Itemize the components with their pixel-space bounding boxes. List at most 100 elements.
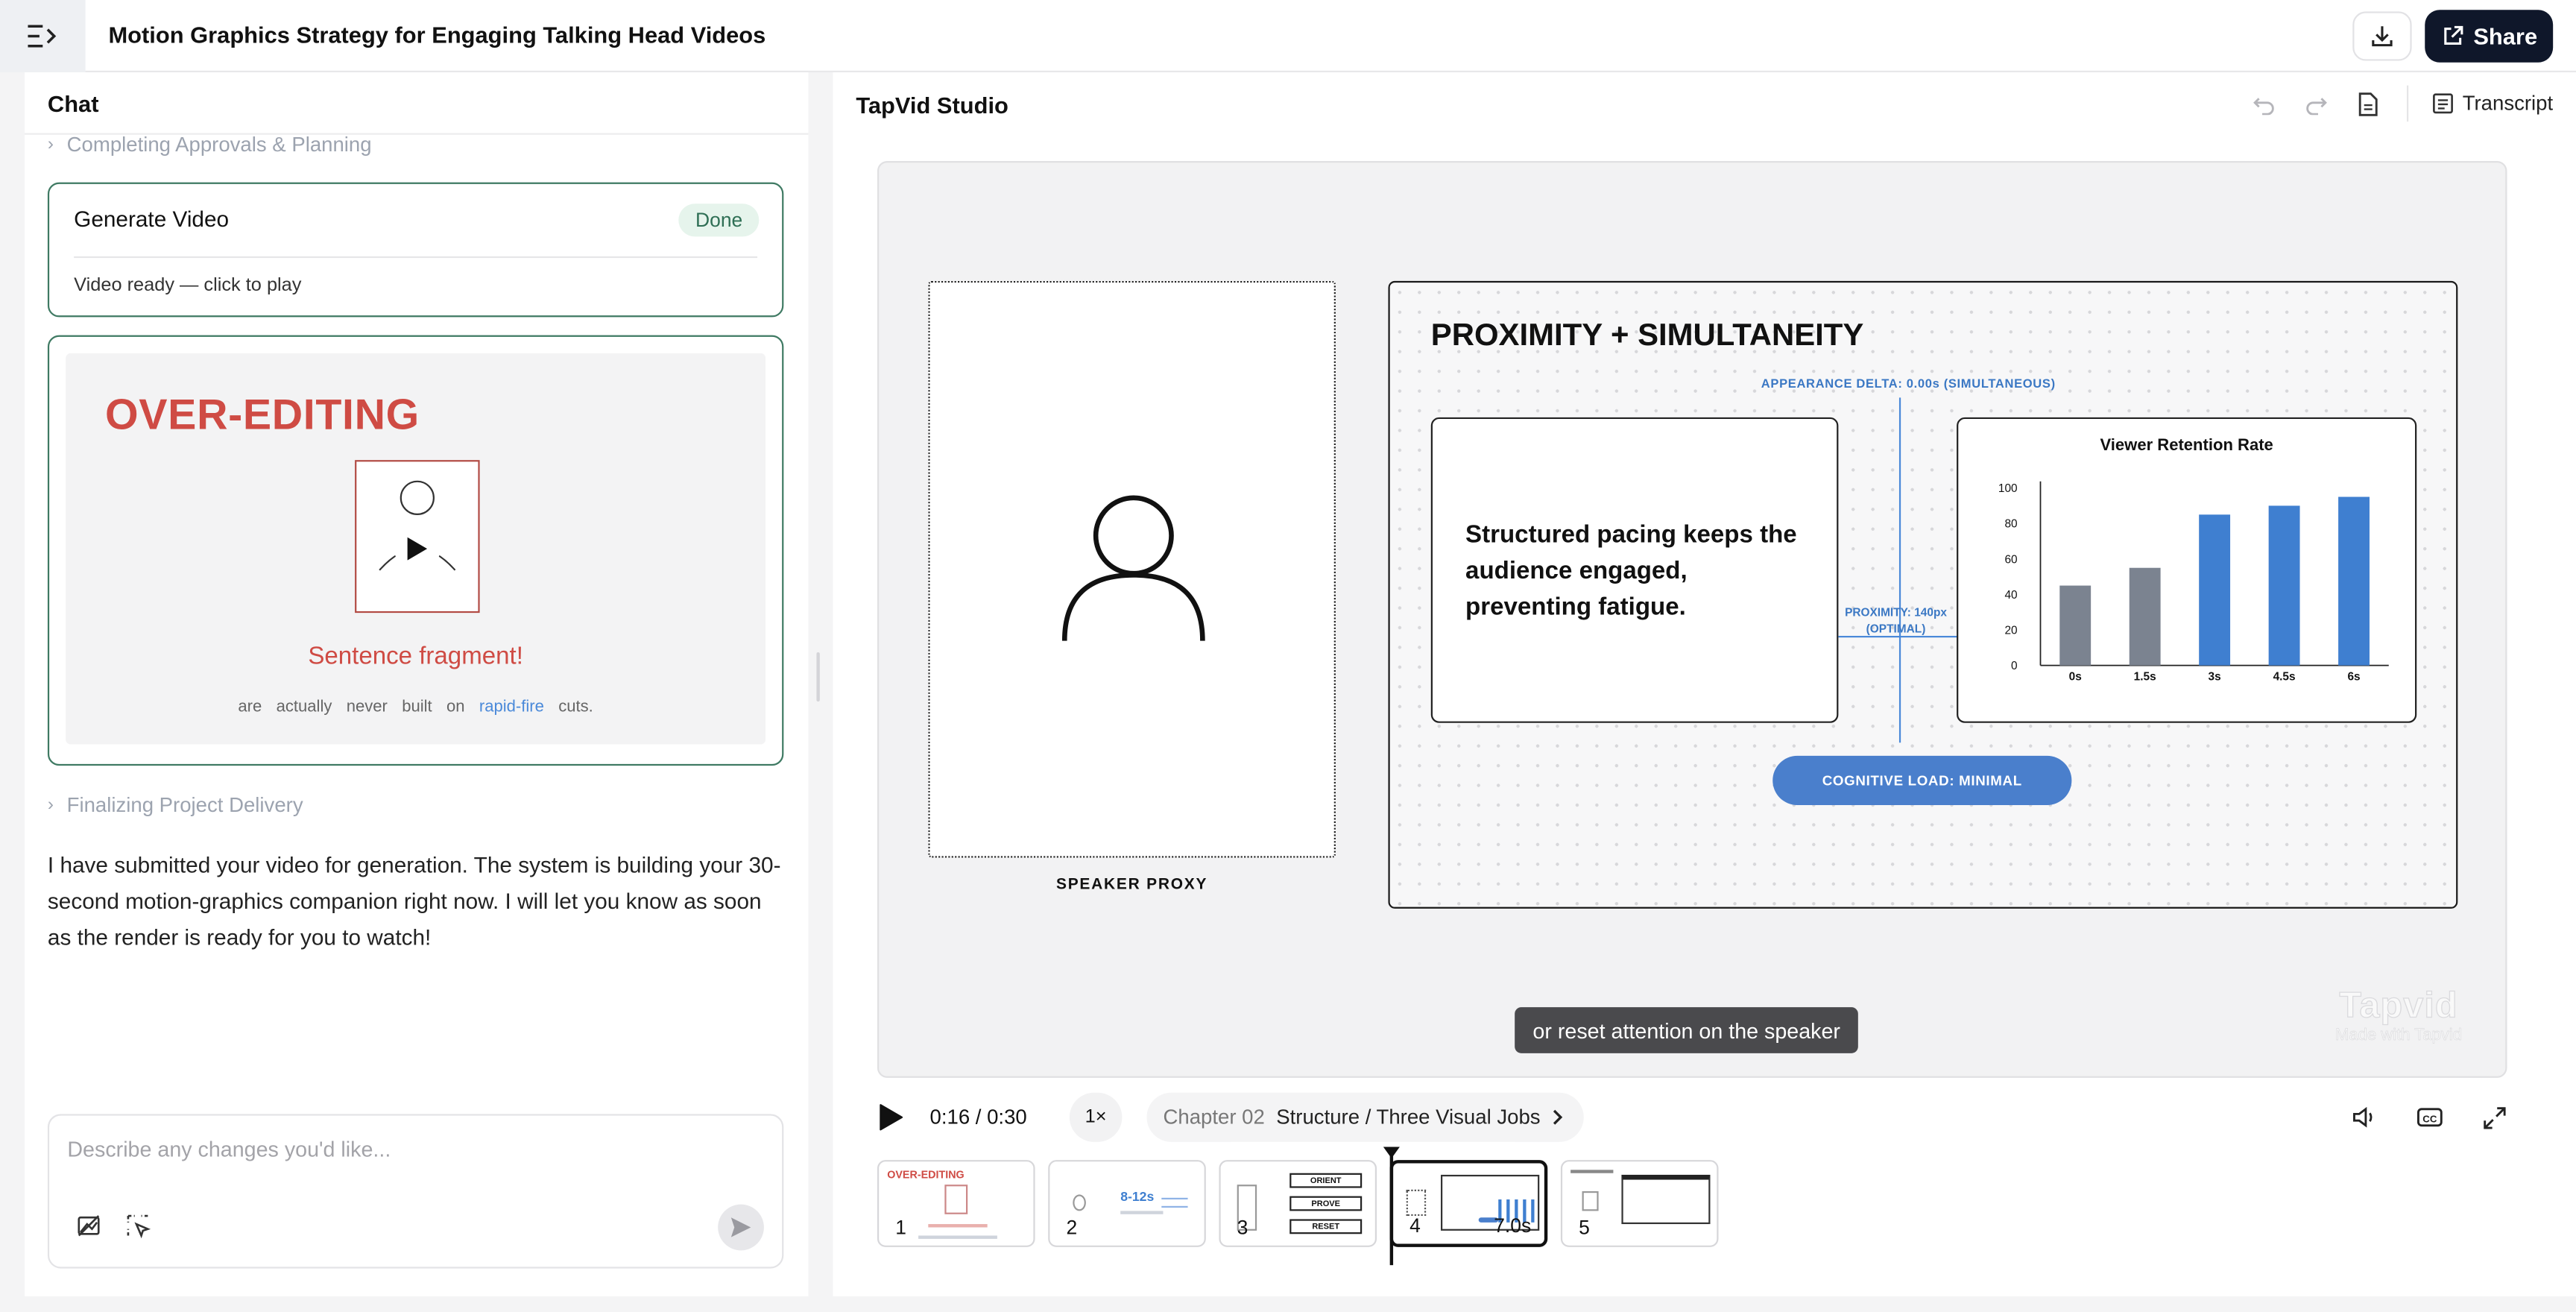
scene-thumbnail-2[interactable]: 8-12s 2 [1048,1160,1206,1247]
tapvid-watermark: Tapvid Made with Tapvid [2308,984,2489,1046]
transcript-icon [2432,93,2453,114]
thumb-words-line [918,1235,997,1238]
step-completing-approvals[interactable]: › Completing Approvals & Planning [48,133,372,157]
word: never [346,698,388,716]
generate-video-title: Generate Video [74,206,230,232]
play-overlay-button[interactable] [394,526,441,573]
scene-number: 1 [895,1216,906,1239]
redo-icon [2306,98,2327,116]
panel-resize-handle[interactable] [816,652,820,702]
send-button[interactable] [718,1204,764,1251]
video-stage[interactable]: SPEAKER PROXY PROXIMITY + SIMULTANEITY A… [877,161,2507,1078]
bar-4.5s [2268,505,2300,666]
svg-text:CC: CC [2422,1113,2437,1124]
share-button[interactable]: Share [2425,10,2554,63]
word: actually [276,698,332,716]
thumb-subline [1120,1211,1164,1214]
scene-thumbnail-5[interactable]: 5 [1560,1160,1719,1247]
scene-number: 3 [1237,1216,1248,1239]
time-readout: 0:16 / 0:30 [929,1106,1027,1129]
subtitle-caption: or reset attention on the speaker [1515,1007,1859,1053]
undo-button[interactable] [2249,86,2279,122]
play-button[interactable] [872,1100,908,1135]
fullscreen-icon [2483,1106,2505,1129]
cursor-select-icon [127,1214,151,1239]
message-composer [47,1114,784,1269]
thumb-person [1073,1194,1086,1211]
thumb-person [944,1185,968,1214]
y-tick-label: 100 [1998,482,2018,495]
scene-number: 5 [1579,1216,1590,1239]
person-icon [1061,495,1205,641]
chevron-right-icon [1553,1109,1563,1125]
message-input[interactable] [67,1132,758,1165]
y-tick-label: 40 [2004,589,2017,602]
y-tick-label: 80 [2004,518,2017,531]
video-preview[interactable]: OVER-EDITING Sentence fragment! are actu… [66,353,766,745]
playhead[interactable] [1389,1149,1392,1266]
step-label: Finalizing Project Delivery [66,793,303,817]
slide-title: PROXIMITY + SIMULTANEITY [1430,318,1864,353]
x-tick-label: 4.5s [2273,670,2296,683]
menu-collapse-icon [28,25,57,48]
document-button[interactable] [2354,86,2384,122]
playback-speed-button[interactable]: 1× [1069,1092,1123,1142]
image-attach-button[interactable] [74,1211,104,1240]
thumb-headline: OVER-EDITING [887,1170,965,1182]
redo-button[interactable] [2302,86,2332,122]
bar-3s [2199,514,2231,666]
cognitive-load-pill: COGNITIVE LOAD: MINIMAL [1772,755,2072,806]
share-icon [2443,25,2463,45]
video-preview-card[interactable]: OVER-EDITING Sentence fragment! are actu… [47,335,784,766]
thumb-number-text: 8-12s [1120,1189,1155,1205]
y-tick-label: 0 [2011,660,2018,672]
retention-chart-card: Viewer Retention Rate 0 20 40 60 80 100 0s 1.5s… [1957,417,2417,723]
scene-thumbnail-3[interactable]: ORIENT PROVE RESET 3 [1219,1160,1377,1247]
play-icon [407,537,428,561]
scene-number: 4 [1409,1214,1421,1237]
x-tick-label: 6s [2347,670,2360,683]
send-icon [730,1217,751,1237]
chapter-selector[interactable]: Chapter 02 Structure / Three Visual Jobs [1146,1092,1584,1142]
step-finalizing-delivery[interactable]: › Finalizing Project Delivery [48,794,303,817]
word: on [446,698,465,716]
thumb-window [1621,1174,1711,1225]
chat-title: Chat [25,72,809,135]
chapter-number: Chapter 02 [1163,1106,1265,1129]
scene-thumbnail-4-selected[interactable]: 4 7.0s [1389,1160,1548,1247]
bar-1.5s [2129,567,2161,666]
fragment-label: Sentence fragment! [308,642,523,671]
x-tick-label: 3s [2209,670,2221,683]
transcript-label: Transcript [2462,92,2554,116]
select-element-button[interactable] [123,1211,153,1240]
appearance-delta-label: APPEARANCE DELTA: 0.00s (SIMULTANEOUS) [1761,376,2056,391]
fullscreen-button[interactable] [2479,1103,2509,1132]
download-button[interactable] [2352,11,2412,61]
y-tick-label: 20 [2004,625,2017,637]
captions-button[interactable]: CC [2415,1103,2445,1132]
sidebar-toggle-button[interactable] [0,0,86,72]
step-label: Completing Approvals & Planning [66,133,372,157]
transcript-button[interactable]: Transcript [2406,85,2554,122]
generate-video-card[interactable]: Generate Video Done Video ready — click … [47,182,784,318]
volume-button[interactable] [2349,1103,2379,1132]
retention-bar-chart: 0 20 40 60 80 100 0s 1.5s 3s 4.5s 6s [1998,481,2389,683]
preview-headline: OVER-EDITING [105,389,420,439]
image-edit-icon [78,1215,100,1237]
studio-panel: TapVid Studio Transcript SPEAKER PROXY P… [833,72,2576,1297]
scene-thumbnail-1[interactable]: OVER-EDITING 1 [877,1160,1035,1247]
scene-number: 2 [1066,1216,1078,1239]
share-label: Share [2473,22,2538,50]
project-title: Motion Graphics Strategy for Engaging Ta… [108,21,766,48]
chapter-title: Structure / Three Visual Jobs [1276,1106,1541,1129]
proximity-label: PROXIMITY: 140px (OPTIMAL) [1830,606,1961,639]
video-ready-text: Video ready — click to play [74,276,302,296]
scene-duration: 7.0s [1494,1214,1532,1237]
document-icon [2359,92,2378,116]
slide-body-text: Structured pacing keeps the audience eng… [1465,520,1797,622]
chat-panel: Chat › Completing Approvals & Planning G… [25,72,809,1297]
proximity-value: PROXIMITY: 140px [1845,608,1947,619]
top-bar: Motion Graphics Strategy for Engaging Ta… [0,0,2576,72]
watermark-subtitle: Made with Tapvid [2335,1026,2463,1045]
download-icon [2372,26,2393,47]
